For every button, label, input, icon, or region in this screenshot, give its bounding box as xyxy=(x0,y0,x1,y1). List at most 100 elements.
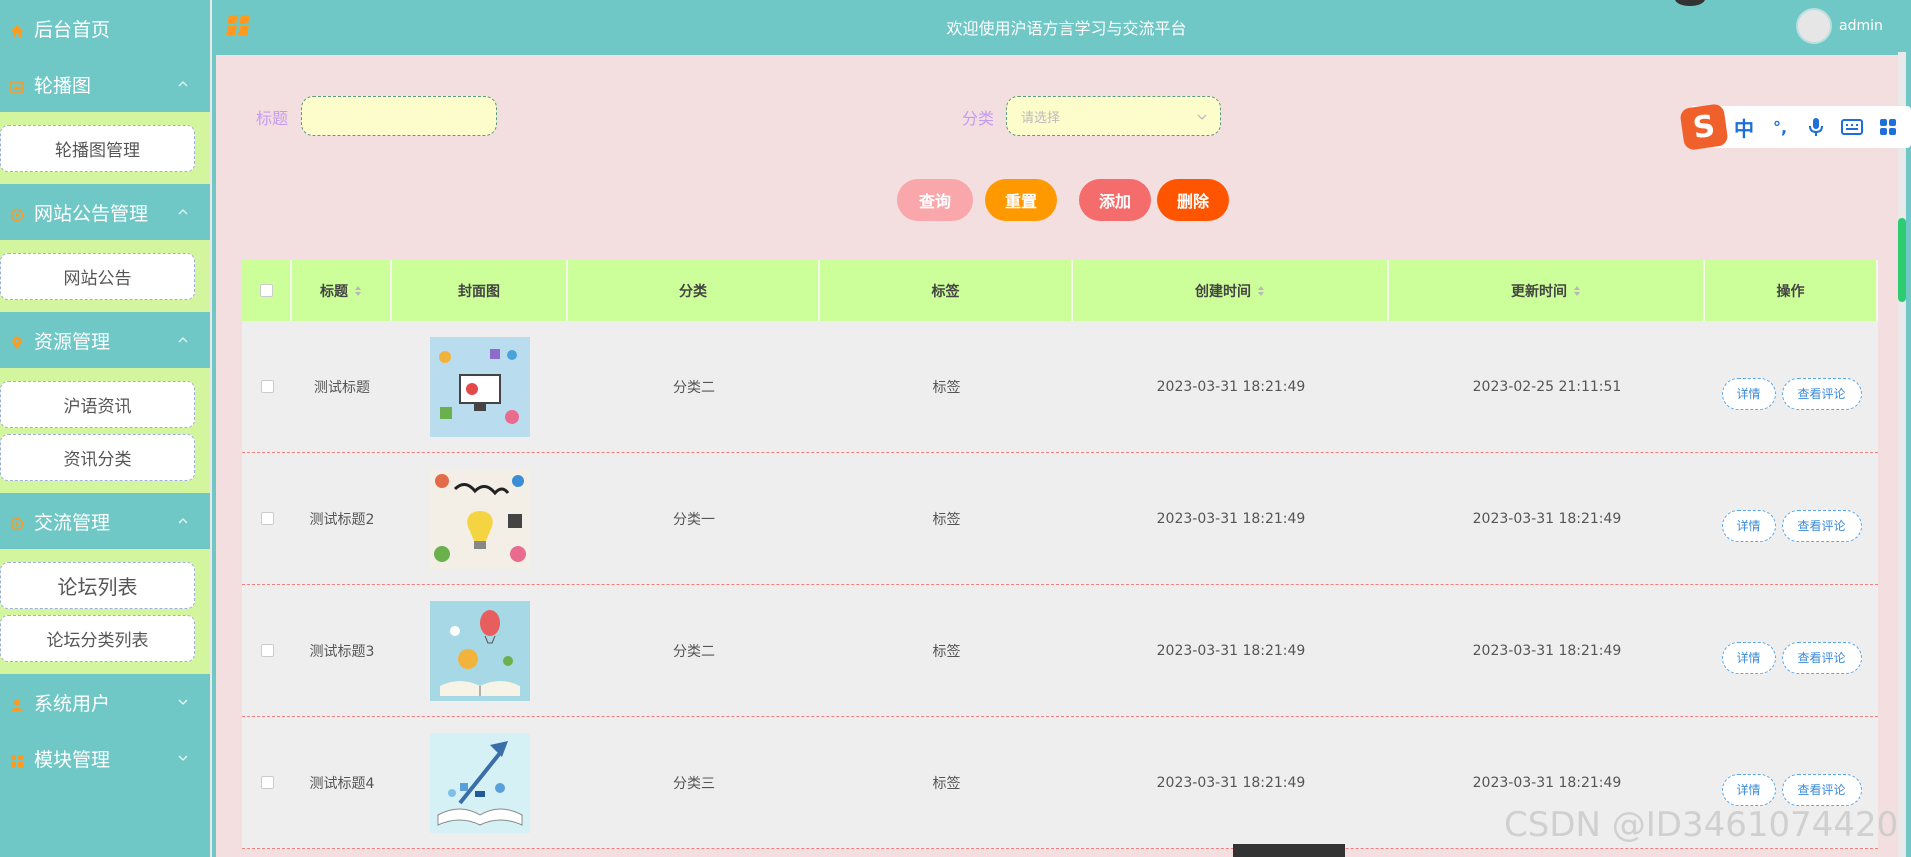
column-header-updated[interactable]: 更新时间 xyxy=(1389,260,1705,321)
table-row: 测试标题3 分类二 标签 2023-03-31 18:21:49 2023-03… xyxy=(242,585,1878,717)
sidebar-item-carousel-manage[interactable]: 轮播图管理 xyxy=(0,125,195,172)
scrollbar-track[interactable] xyxy=(1898,52,1906,857)
sidebar-group-resources[interactable]: 资源管理 xyxy=(0,312,210,368)
decor-dot xyxy=(1675,0,1705,6)
detail-button[interactable]: 详情 xyxy=(1721,377,1776,410)
column-header-created[interactable]: 创建时间 xyxy=(1073,260,1389,321)
view-comments-button[interactable]: 查看评论 xyxy=(1781,773,1862,806)
column-header-label: 更新时间 xyxy=(1511,283,1567,300)
column-header-category: 分类 xyxy=(568,260,820,321)
detail-button[interactable]: 详情 xyxy=(1721,773,1776,806)
sidebar-group-users[interactable]: 系统用户 xyxy=(0,674,210,730)
detail-button[interactable]: 详情 xyxy=(1721,641,1776,674)
title-search-input[interactable] xyxy=(301,96,497,136)
delete-button[interactable]: 删除 xyxy=(1157,179,1229,221)
apps-grid-icon[interactable] xyxy=(1870,111,1906,143)
column-header-title[interactable]: 标题 xyxy=(292,260,392,321)
cover-image[interactable] xyxy=(430,336,530,437)
category-cell: 分类一 xyxy=(673,511,715,528)
add-button[interactable]: 添加 xyxy=(1079,179,1151,221)
tag-cell: 标签 xyxy=(932,775,961,792)
scrollbar-thumb[interactable] xyxy=(1898,218,1906,302)
cover-image[interactable] xyxy=(430,600,530,701)
created-cell: 2023-03-31 18:21:49 xyxy=(1156,378,1306,395)
sidebar-item-news-category[interactable]: 资讯分类 xyxy=(0,434,195,481)
tag-cell: 标签 xyxy=(932,379,961,396)
table-row: 测试标题 分类二 标签 2023-03-31 18:21:49 2023-02-… xyxy=(242,321,1878,453)
sort-icon[interactable] xyxy=(1573,285,1581,297)
sort-icon[interactable] xyxy=(1257,285,1265,297)
column-header-label: 标题 xyxy=(320,283,348,300)
created-cell: 2023-03-31 18:21:49 xyxy=(1156,510,1306,527)
select-all-cell xyxy=(242,260,292,321)
sidebar-item-label: 轮播图 xyxy=(34,74,92,97)
reset-button[interactable]: 重置 xyxy=(985,179,1057,221)
sidebar-group-modules[interactable]: 模块管理 xyxy=(0,730,210,786)
chat-icon xyxy=(10,514,24,531)
cover-cell xyxy=(392,453,568,584)
actions-cell: 详情 查看评论 xyxy=(1705,321,1878,452)
row-checkbox[interactable] xyxy=(260,776,274,789)
data-table: 标题 封面图 分类 标签 创建时间 更新时间 操作 测试标题 分类二 标签 20… xyxy=(242,260,1878,849)
category-placeholder: 请选择 xyxy=(1021,110,1061,126)
sidebar-subgroup: 轮播图管理 xyxy=(0,112,210,184)
title-search-label: 标题 xyxy=(256,109,289,128)
view-comments-button[interactable]: 查看评论 xyxy=(1781,641,1862,674)
tag-cell: 标签 xyxy=(932,511,961,528)
sidebar-item-label: 系统用户 xyxy=(34,692,111,715)
sidebar-item-forum-category[interactable]: 论坛分类列表 xyxy=(0,615,195,662)
row-select-cell xyxy=(242,585,292,716)
module-icon xyxy=(10,751,24,767)
sort-icon[interactable] xyxy=(354,285,362,297)
category-cell: 分类二 xyxy=(673,643,715,660)
select-all-checkbox[interactable] xyxy=(259,284,273,297)
home-icon xyxy=(10,21,24,37)
ime-logo[interactable]: S xyxy=(1679,103,1729,151)
sidebar: 后台首页 轮播图 轮播图管理 网站公告管理 网站公告 资源管理 沪语资讯 资讯分… xyxy=(0,0,212,857)
sidebar-item-notice[interactable]: 网站公告 xyxy=(0,253,195,300)
updated-cell: 2023-03-31 18:21:49 xyxy=(1472,642,1622,659)
sidebar-group-notice[interactable]: 网站公告管理 xyxy=(0,184,210,240)
microphone-icon[interactable] xyxy=(1798,111,1834,143)
sidebar-group-carousel[interactable]: 轮播图 xyxy=(0,56,210,112)
chevron-down-icon xyxy=(1196,111,1208,121)
title-cell: 测试标题4 xyxy=(309,775,375,792)
row-checkbox[interactable] xyxy=(260,644,274,657)
chevron-down-icon xyxy=(178,697,188,707)
title-cell: 测试标题 xyxy=(314,379,370,396)
column-header-label: 封面图 xyxy=(458,283,500,300)
cover-image[interactable] xyxy=(430,732,530,833)
sidebar-item-forum-list[interactable]: 论坛列表 xyxy=(0,562,195,609)
sidebar-item-label: 后台首页 xyxy=(34,18,111,41)
username[interactable]: admin xyxy=(1839,18,1883,34)
sidebar-item-home[interactable]: 后台首页 xyxy=(0,0,210,56)
category-cell: 分类二 xyxy=(673,379,715,396)
column-header-label: 操作 xyxy=(1776,283,1805,300)
keyboard-icon[interactable] xyxy=(1834,111,1870,143)
bottom-bar xyxy=(1233,844,1345,857)
column-header-tag: 标签 xyxy=(820,260,1073,321)
actions-cell: 详情 查看评论 xyxy=(1705,453,1878,584)
column-header-actions: 操作 xyxy=(1705,260,1878,321)
notice-icon xyxy=(10,205,24,222)
column-header-label: 标签 xyxy=(931,283,960,300)
query-button[interactable]: 查询 xyxy=(897,179,973,221)
ime-punct[interactable]: °, xyxy=(1762,111,1798,143)
top-bar: 欢迎使用沪语方言学习与交流平台 admin xyxy=(212,0,1911,52)
sidebar-subgroup: 沪语资讯 资讯分类 xyxy=(0,368,210,493)
chevron-up-icon xyxy=(178,79,188,89)
ime-mode[interactable]: 中 xyxy=(1726,111,1762,143)
sidebar-item-news[interactable]: 沪语资讯 xyxy=(0,381,195,428)
row-checkbox[interactable] xyxy=(260,512,274,525)
tag-cell: 标签 xyxy=(932,643,961,660)
column-header-cover: 封面图 xyxy=(392,260,568,321)
row-checkbox[interactable] xyxy=(260,380,274,393)
category-select[interactable]: 请选择 xyxy=(1006,96,1221,136)
sidebar-subgroup: 网站公告 xyxy=(0,240,210,312)
view-comments-button[interactable]: 查看评论 xyxy=(1781,377,1862,410)
avatar[interactable] xyxy=(1796,8,1832,44)
sidebar-group-exchange[interactable]: 交流管理 xyxy=(0,493,210,549)
detail-button[interactable]: 详情 xyxy=(1721,509,1776,542)
cover-image[interactable] xyxy=(430,468,530,569)
view-comments-button[interactable]: 查看评论 xyxy=(1781,509,1862,542)
